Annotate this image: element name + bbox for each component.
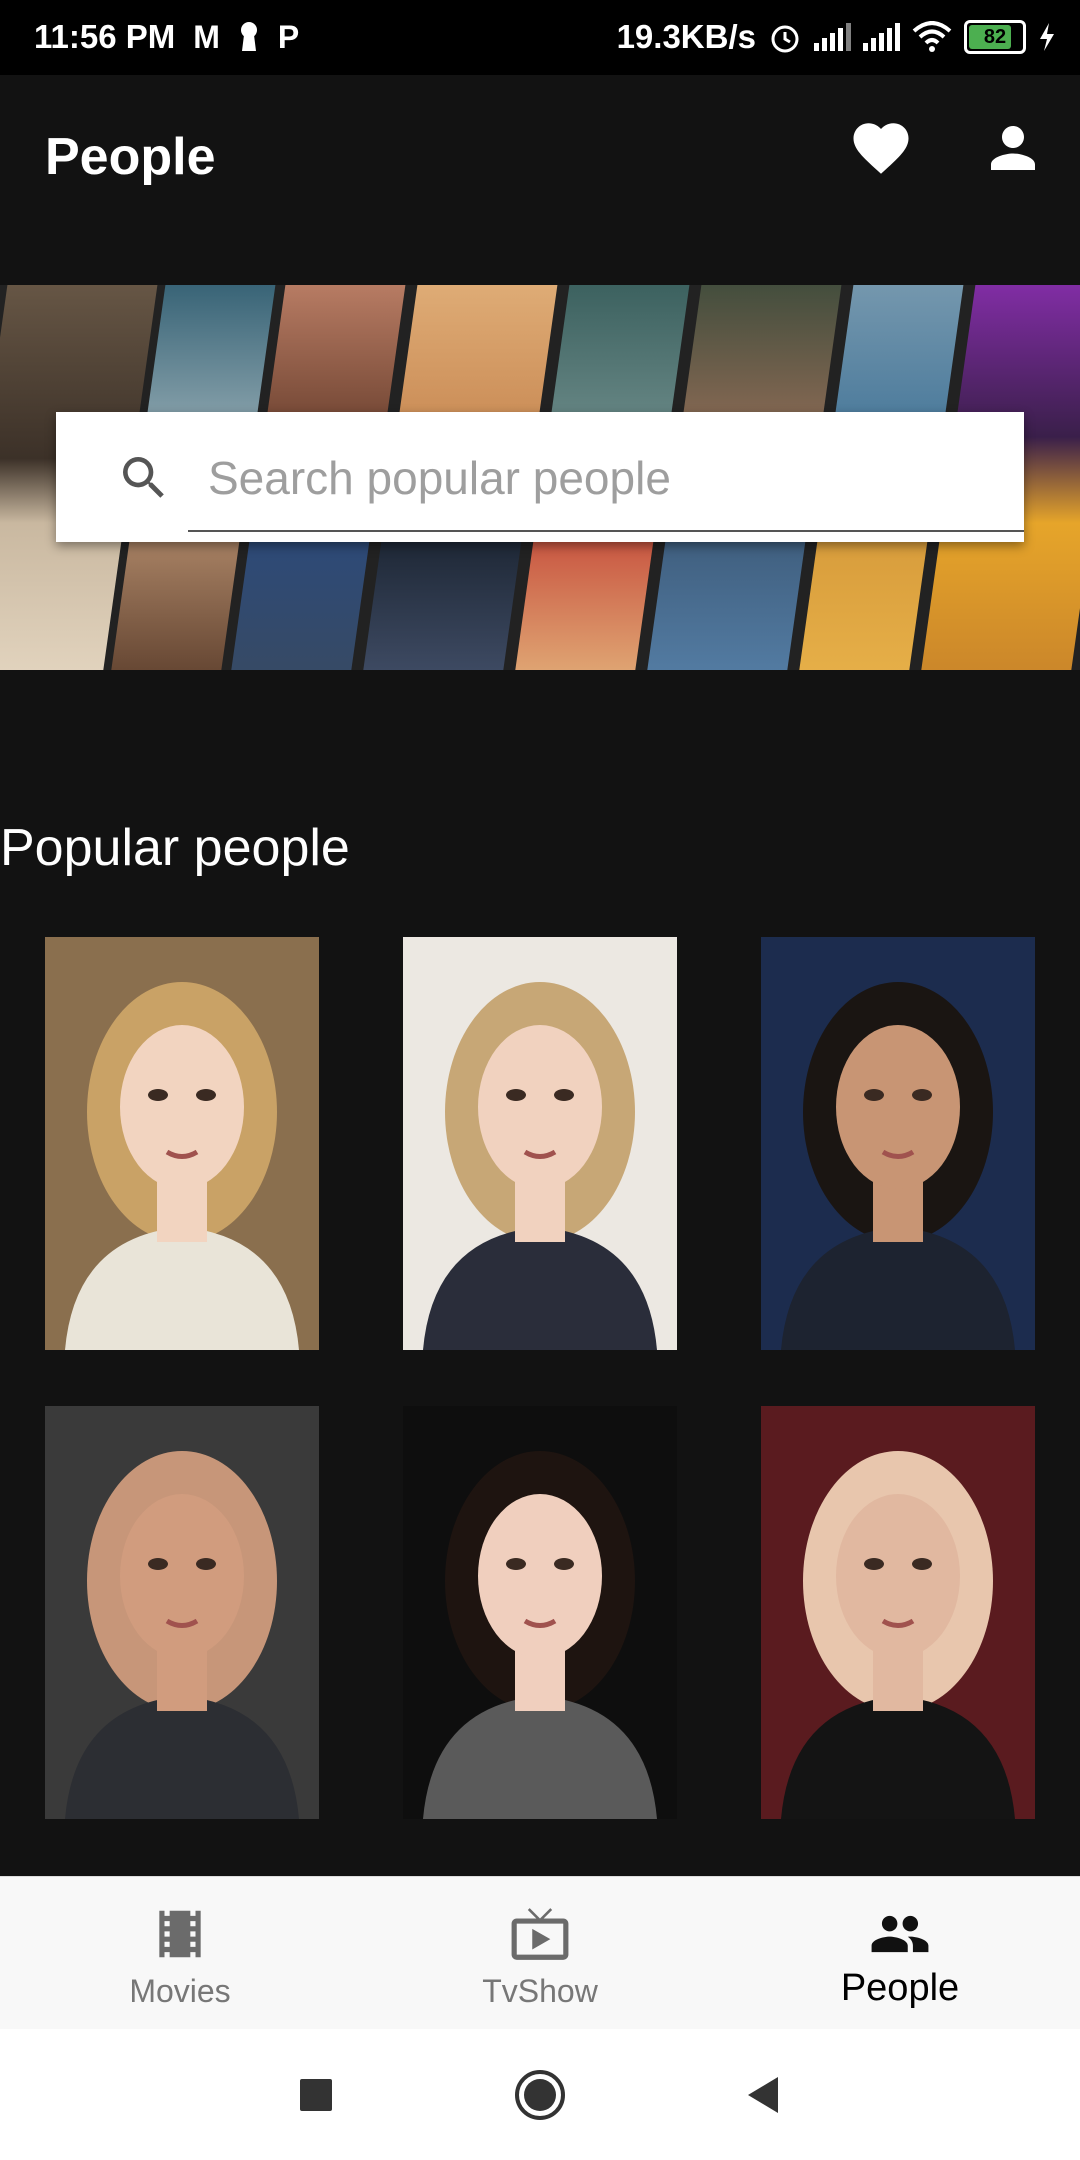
person-photo [761,937,1035,1350]
person-card[interactable] [403,937,677,1350]
search-bar[interactable] [56,412,1024,542]
system-nav-bar [0,2029,1080,2160]
film-icon [159,1910,201,1958]
search-underline [188,530,1024,532]
person-photo [45,937,319,1350]
nav-label-tvshow: TvShow [482,1973,598,2009]
bottom-nav: Movies TvShow People [0,1876,1080,2030]
person-photo [761,1406,1035,1819]
app-bar: People [0,75,1080,235]
person-card[interactable] [45,1406,319,1819]
recents-icon[interactable] [286,2065,346,2125]
person-photo [403,937,677,1350]
person-card[interactable] [45,937,319,1350]
home-icon[interactable] [510,2065,570,2125]
battery-icon: 82 [964,20,1026,54]
people-icon [871,1915,929,1953]
nav-item-tvshow[interactable]: TvShow [360,1877,720,2030]
network-speed: 19.3KB/s [616,18,756,55]
gmail-icon: M [193,18,220,55]
signal-icon [814,23,851,51]
search-icon [123,457,164,498]
charging-icon [1040,23,1054,51]
person-card[interactable] [761,1406,1035,1819]
back-icon[interactable] [734,2065,794,2125]
keyhole-icon [240,22,257,51]
heart-icon[interactable] [848,115,914,181]
nav-label-movies: Movies [129,1973,231,2009]
page-title: People [45,128,216,186]
battery-level: 82 [983,25,1007,48]
clock: 11:56 PM [34,18,176,55]
wifi-icon [912,21,952,52]
person-icon[interactable] [980,115,1046,181]
person-photo [45,1406,319,1819]
person-card[interactable] [761,937,1035,1350]
status-bar: 11:56 PM M P 19.3KB/s 82 [0,0,1080,75]
tv-icon [511,1908,569,1960]
signal-icon-2 [863,23,900,51]
nav-item-people[interactable]: People [720,1877,1080,2030]
section-title: Popular people [0,819,350,877]
alarm-icon [771,25,799,53]
nav-label-people: People [840,1967,960,2009]
p-icon: P [277,18,300,55]
person-photo [403,1406,677,1819]
person-card[interactable] [403,1406,677,1819]
nav-item-movies[interactable]: Movies [0,1877,360,2030]
search-input[interactable] [206,442,990,514]
